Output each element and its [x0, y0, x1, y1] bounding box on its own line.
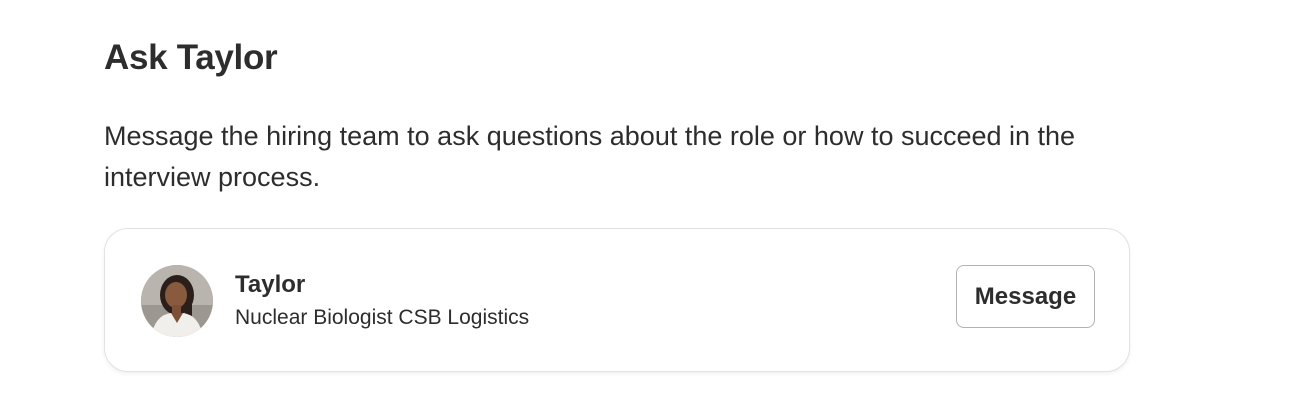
section-title: Ask Taylor	[104, 38, 278, 77]
contact-subtitle: Nuclear Biologist CSB Logistics	[235, 306, 530, 329]
section-description: Message the hiring team to ask questions…	[104, 121, 1076, 192]
profile-photo-icon	[141, 265, 213, 337]
contact-name: Taylor	[235, 271, 306, 298]
message-button[interactable]: Message	[956, 265, 1095, 328]
contact-card: Taylor Nuclear Biologist CSB Logistics M…	[104, 228, 1130, 372]
avatar	[141, 265, 213, 337]
